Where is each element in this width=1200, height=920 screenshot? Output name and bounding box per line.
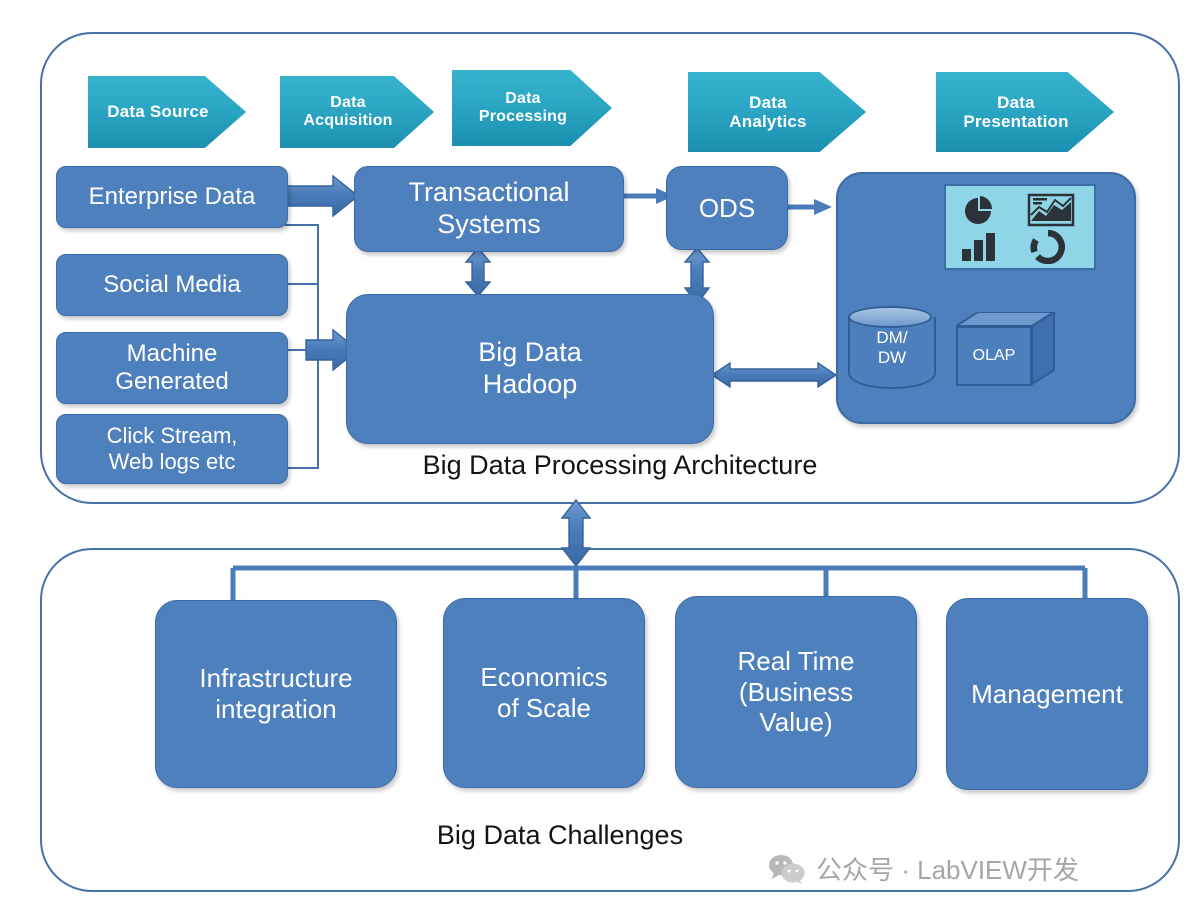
node-label-line2: Systems <box>437 209 541 239</box>
challenge-label-line3: Value) <box>759 707 833 738</box>
source-label: Social Media <box>103 270 241 298</box>
challenge-box-economics-of-scale[interactable]: Economics of Scale <box>443 598 645 788</box>
cylinder-top <box>848 306 932 328</box>
challenge-label-line2: integration <box>215 694 337 724</box>
challenge-label-line1: Management <box>971 678 1123 709</box>
bar-chart-icon <box>962 233 995 261</box>
node-transactional-systems[interactable]: Transactional Systems <box>354 166 624 252</box>
stage-label-line2: Acquisition <box>303 112 393 129</box>
node-label-line2: Hadoop <box>482 369 578 399</box>
wechat-icon <box>769 854 805 884</box>
node-big-data-hadoop[interactable]: Big Data Hadoop <box>346 294 714 444</box>
source-box-enterprise-data[interactable]: Enterprise Data <box>56 166 288 228</box>
dashboard-tile <box>944 184 1096 270</box>
source-label-line2: Generated <box>115 368 229 395</box>
challenge-label-line1: Real Time <box>737 645 855 676</box>
cylinder-label-line1: DM/ <box>876 328 908 347</box>
node-label-line1: Big Data <box>478 337 582 368</box>
challenge-label-line2: of Scale <box>497 693 591 723</box>
challenge-box-real-time-business-value[interactable]: Real Time (Business Value) <box>675 596 917 788</box>
pie-chart-icon <box>965 196 993 224</box>
source-box-social-media[interactable]: Social Media <box>56 254 288 316</box>
cylinder-label: DM/ DW <box>848 328 936 369</box>
architecture-caption: Big Data Processing Architecture <box>422 450 818 480</box>
source-label-line2: Web logs etc <box>108 449 236 474</box>
diagram-canvas: Data Source Data Acquisition Data Proces… <box>0 0 1200 920</box>
stage-label-line2: Analytics <box>729 112 807 131</box>
challenge-box-infrastructure-integration[interactable]: Infrastructure integration <box>155 600 397 788</box>
challenge-label-line1: Infrastructure <box>199 663 353 694</box>
stage-label-line1: Data <box>749 92 787 112</box>
stage-label: Data Source <box>107 102 209 122</box>
node-olap-cube[interactable]: OLAP <box>956 312 1056 386</box>
stage-label-line2: Processing <box>478 108 568 125</box>
challenge-label-line1: Economics <box>480 662 608 693</box>
source-box-click-stream[interactable]: Click Stream, Web logs etc <box>56 414 288 484</box>
source-label-line1: Click Stream, <box>106 423 238 449</box>
watermark: 公众号 · LabVIEW开发 <box>768 850 1079 887</box>
source-label-line1: Machine <box>126 339 218 367</box>
cylinder-label-line2: DW <box>877 348 907 368</box>
area-chart-icon <box>1027 193 1075 227</box>
source-label: Enterprise Data <box>88 182 256 210</box>
challenge-label-line2: (Business <box>738 676 854 707</box>
node-ods[interactable]: ODS <box>666 166 788 250</box>
donut-chart-icon <box>1030 230 1066 264</box>
stage-label-line2: Presentation <box>963 112 1069 131</box>
node-label: ODS <box>698 192 756 223</box>
challenge-box-management[interactable]: Management <box>946 598 1148 790</box>
watermark-text: 公众号 · LabVIEW开发 <box>816 855 1079 885</box>
node-dm-dw-cylinder[interactable]: DM/ DW <box>848 306 936 398</box>
cube-label: OLAP <box>972 347 1016 364</box>
source-box-machine-generated[interactable]: Machine Generated <box>56 332 288 404</box>
node-label-line1: Transactional <box>408 177 570 208</box>
challenges-caption: Big Data Challenges <box>436 820 684 850</box>
stage-label-line1: Data <box>997 92 1035 112</box>
stage-label-line1: Data <box>505 90 541 108</box>
stage-label-line1: Data <box>330 94 366 112</box>
